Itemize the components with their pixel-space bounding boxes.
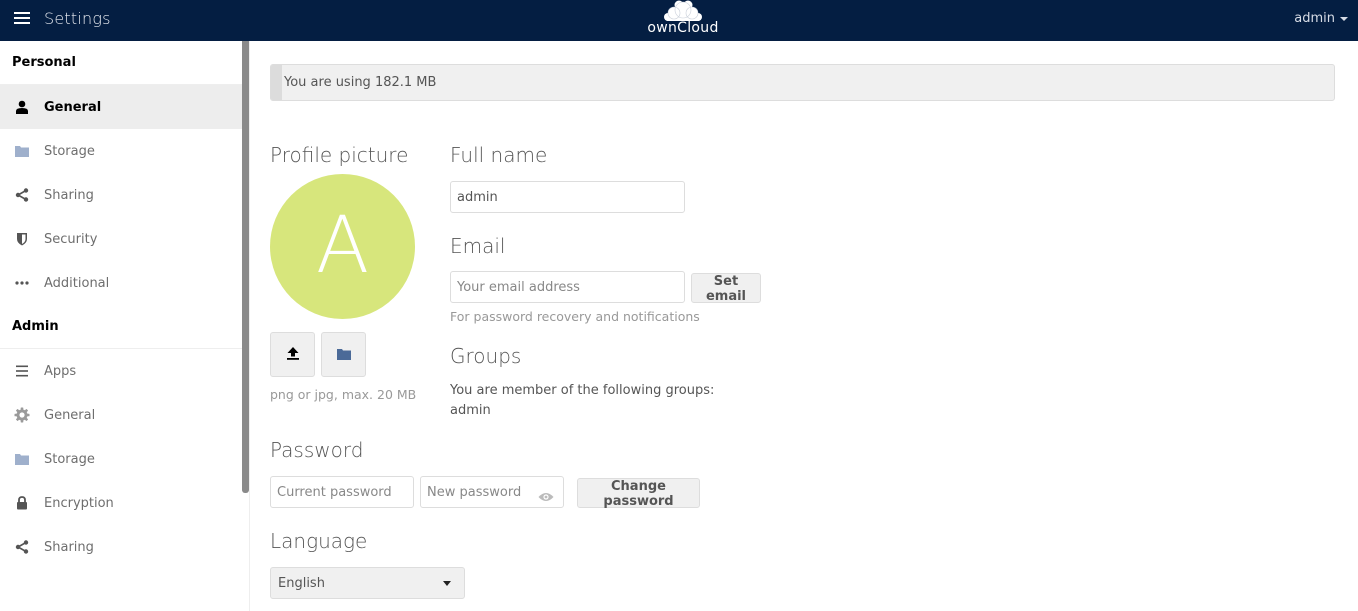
sidebar-item-label: General — [44, 407, 96, 423]
full-name-heading: Full name — [450, 143, 548, 167]
set-email-button[interactable]: Set email — [691, 273, 761, 304]
show-password-eye-icon[interactable] — [538, 487, 554, 501]
logo-text: ownCloud — [647, 20, 719, 36]
lock-icon — [14, 495, 30, 511]
folder-icon — [336, 345, 351, 364]
sidebar-item-label: Additional — [44, 275, 110, 291]
avatar: A — [270, 174, 415, 319]
quota-text: You are using 182.1 MB — [284, 75, 437, 90]
language-select[interactable]: English — [270, 567, 465, 599]
avatar-hint: png or jpg, max. 20 MB — [270, 387, 417, 402]
sidebar-scrollbar[interactable] — [242, 41, 249, 493]
user-icon — [14, 99, 30, 115]
sidebar-item-label: Sharing — [44, 187, 94, 203]
sidebar-item-personal-general[interactable]: General — [0, 85, 249, 129]
user-menu[interactable]: admin — [1294, 11, 1348, 26]
quota-bar: You are using 182.1 MB — [270, 64, 1335, 101]
sidebar-item-label: General — [44, 99, 102, 115]
caret-down-icon — [443, 580, 451, 586]
hamburger-menu-icon[interactable] — [14, 12, 30, 28]
full-name-input[interactable] — [450, 181, 685, 213]
upload-avatar-button[interactable] — [270, 332, 315, 377]
sidebar-item-label: Encryption — [44, 495, 114, 511]
caret-down-icon — [1340, 16, 1348, 21]
settings-sidebar: Personal General Storage Sharing Securit… — [0, 41, 250, 611]
change-password-button[interactable]: Change password — [577, 478, 700, 509]
quota-bar-fill — [271, 65, 282, 100]
profile-picture-heading: Profile picture — [270, 143, 409, 167]
sidebar-item-admin-apps[interactable]: Apps — [0, 349, 249, 393]
email-input[interactable] — [450, 271, 685, 303]
list-icon — [14, 363, 30, 379]
sidebar-item-admin-encryption[interactable]: Encryption — [0, 481, 249, 525]
gear-icon — [14, 407, 30, 423]
sidebar-item-label: Security — [44, 231, 98, 247]
sidebar-section-personal: Personal — [0, 41, 249, 85]
select-avatar-from-files-button[interactable] — [321, 332, 366, 377]
sidebar-item-admin-sharing[interactable]: Sharing — [0, 525, 249, 569]
sidebar-item-label: Sharing — [44, 539, 94, 555]
password-heading: Password — [270, 438, 364, 462]
upload-icon — [286, 345, 300, 364]
more-icon — [14, 275, 30, 291]
share-icon — [14, 539, 30, 555]
groups-heading: Groups — [450, 344, 522, 368]
share-icon — [14, 187, 30, 203]
folder-icon — [14, 143, 30, 159]
sidebar-item-label: Apps — [44, 363, 77, 379]
sidebar-item-personal-sharing[interactable]: Sharing — [0, 173, 249, 217]
app-title: Settings — [44, 9, 111, 28]
sidebar-section-admin: Admin — [0, 305, 249, 349]
user-name: admin — [1294, 11, 1335, 26]
groups-list: admin — [450, 403, 491, 418]
sidebar-item-admin-storage[interactable]: Storage — [0, 437, 249, 481]
sidebar-item-admin-general[interactable]: General — [0, 393, 249, 437]
sidebar-item-label: Storage — [44, 451, 95, 467]
settings-content: You are using 182.1 MB Profile picture A… — [270, 41, 1358, 611]
language-selected-value: English — [278, 575, 325, 591]
sidebar-item-label: Storage — [44, 143, 95, 159]
top-header: Settings ownCloud admin — [0, 0, 1358, 41]
sidebar-item-personal-storage[interactable]: Storage — [0, 129, 249, 173]
groups-description: You are member of the following groups: — [450, 383, 715, 398]
owncloud-logo[interactable]: ownCloud — [643, 0, 723, 40]
sidebar-item-personal-additional[interactable]: Additional — [0, 261, 249, 305]
shield-icon — [14, 231, 30, 247]
current-password-input[interactable] — [270, 476, 414, 508]
folder-icon — [14, 451, 30, 467]
email-heading: Email — [450, 234, 506, 258]
language-heading: Language — [270, 529, 368, 553]
email-hint: For password recovery and notifications — [450, 309, 700, 324]
groups-info: You are member of the following groups: … — [450, 381, 714, 421]
sidebar-item-personal-security[interactable]: Security — [0, 217, 249, 261]
